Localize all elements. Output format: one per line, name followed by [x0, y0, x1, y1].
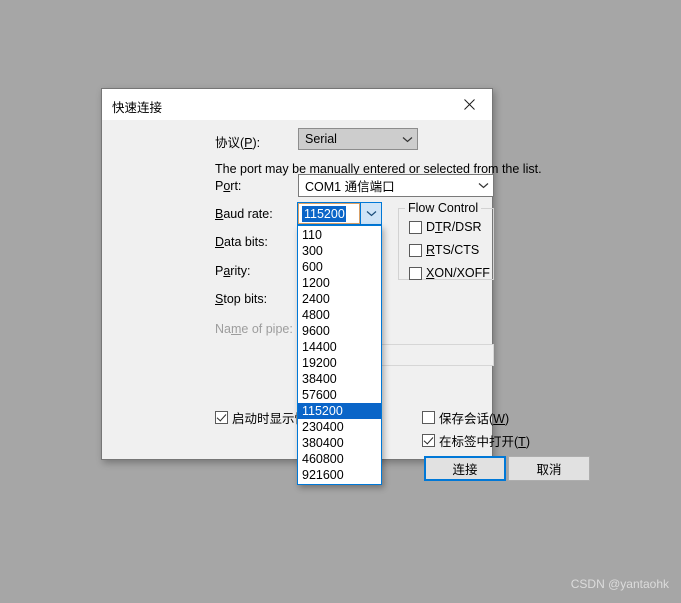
connect-button-label: 连接: [452, 463, 478, 477]
watermark: CSDN @yantaohk: [570, 577, 669, 591]
baud-rate-label: Baud rate:: [215, 207, 273, 221]
baud-rate-combobox[interactable]: 115200: [297, 202, 382, 225]
checkbox-box: [409, 243, 422, 257]
checkbox-dtr-dsr[interactable]: DTR/DSR: [409, 220, 482, 234]
dropdown-option[interactable]: 9600: [298, 323, 381, 339]
checkbox-xon-xoff[interactable]: XON/XOFF: [409, 266, 490, 280]
dropdown-option[interactable]: 115200: [298, 403, 381, 419]
parity-label: Parity:: [215, 264, 251, 278]
dialog-body: 协议(P): Serial The port may be manually e…: [102, 120, 590, 485]
dialog-title-bar: 快速连接: [102, 89, 492, 120]
baud-rate-input[interactable]: 115200: [298, 203, 360, 224]
port-combobox[interactable]: COM1 通信端口: [298, 174, 494, 197]
checkbox-label: 在标签中打开(T): [439, 435, 530, 449]
dropdown-option[interactable]: 921600: [298, 467, 381, 483]
quick-connect-dialog: 快速连接 协议(P): Serial The port may be manua…: [101, 88, 590, 485]
name-of-pipe-label: Name of pipe:: [215, 322, 293, 336]
data-bits-label: Data bits:: [215, 235, 268, 249]
checkbox-open-in-tab[interactable]: 在标签中打开(T): [422, 431, 530, 450]
protocol-combobox[interactable]: Serial: [298, 128, 418, 150]
port-label: Port:: [215, 179, 242, 193]
dialog-title: 快速连接: [112, 101, 163, 115]
checkbox-label: DTR/DSR: [426, 220, 482, 234]
baud-rate-value: 115200: [302, 205, 346, 222]
dropdown-option[interactable]: 4800: [298, 307, 381, 323]
protocol-label: 协议(P):: [215, 136, 261, 150]
dropdown-option[interactable]: 380400: [298, 435, 381, 451]
dropdown-option[interactable]: 600: [298, 259, 381, 275]
checkbox-label: RTS/CTS: [426, 243, 480, 257]
checkbox-label: 保存会话(W): [439, 412, 510, 426]
checkbox-box: [422, 411, 435, 424]
dropdown-option[interactable]: 230400: [298, 419, 381, 435]
close-button[interactable]: [447, 89, 492, 119]
dropdown-option[interactable]: 14400: [298, 339, 381, 355]
chevron-down-icon[interactable]: [360, 203, 381, 224]
flow-control-legend: Flow Control: [405, 201, 482, 215]
dropdown-option[interactable]: 2400: [298, 291, 381, 307]
chevron-down-icon: [398, 136, 417, 143]
dropdown-option[interactable]: 110: [298, 227, 381, 243]
port-value: COM1 通信端口: [305, 180, 395, 194]
checkbox-rts-cts[interactable]: RTS/CTS: [409, 243, 479, 257]
cancel-button[interactable]: 取消: [508, 456, 590, 481]
dropdown-option[interactable]: 57600: [298, 387, 381, 403]
checkbox-box: [215, 411, 228, 424]
protocol-value: Serial: [305, 132, 337, 146]
checkbox-box: [409, 220, 422, 234]
dropdown-option[interactable]: 19200: [298, 355, 381, 371]
cancel-button-label: 取消: [536, 463, 562, 477]
baud-rate-dropdown-list[interactable]: 110 300 600 1200 2400 4800 9600 14400 19200 38400…: [297, 225, 382, 485]
dropdown-option[interactable]: 1200: [298, 275, 381, 291]
dropdown-option[interactable]: 38400: [298, 371, 381, 387]
chevron-down-icon: [474, 182, 493, 189]
dropdown-option[interactable]: 460800: [298, 451, 381, 467]
checkbox-label: XON/XOFF: [426, 266, 490, 280]
checkbox-save-session[interactable]: 保存会话(W): [422, 408, 509, 427]
checkbox-box: [422, 434, 435, 447]
close-icon: [464, 98, 475, 110]
stop-bits-label: Stop bits:: [215, 292, 268, 306]
connect-button[interactable]: 连接: [424, 456, 506, 481]
checkbox-box: [409, 266, 422, 280]
dropdown-option[interactable]: 300: [298, 243, 381, 259]
